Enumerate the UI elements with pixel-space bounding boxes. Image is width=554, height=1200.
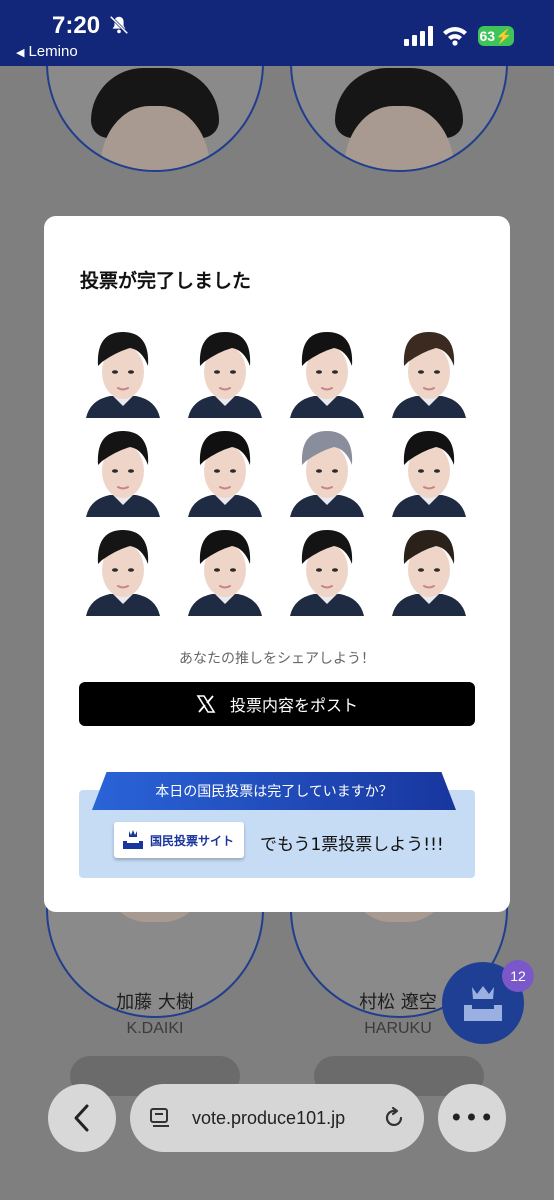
wifi-icon — [443, 27, 467, 46]
address-bar[interactable]: vote.produce101.jp — [130, 1084, 424, 1152]
url-text: vote.produce101.jp — [192, 1107, 346, 1128]
clock: 7:20 — [52, 12, 101, 39]
vote-again-text: でもう1票投票しよう!!! — [260, 835, 444, 855]
charging-bolt-icon: ⚡ — [495, 28, 513, 44]
bell-muted-icon — [109, 15, 129, 35]
reload-icon[interactable] — [382, 1106, 406, 1130]
candidate-name: 加藤 大樹 — [116, 992, 194, 1013]
member-photo — [386, 421, 472, 517]
status-bar: 7:20 ◀ Lemino 63⚡ — [0, 0, 554, 66]
back-to-app-link[interactable]: ◀ Lemino — [16, 43, 78, 60]
cellular-signal-icon — [404, 26, 433, 46]
dialog-title: 投票が完了しました — [80, 270, 252, 292]
ellipsis-icon: ••• — [449, 1104, 495, 1132]
ballot-box-icon — [123, 830, 143, 849]
site-chip-label: 国民投票サイト — [150, 833, 235, 848]
x-logo-icon — [196, 695, 216, 713]
member-photo — [284, 520, 370, 616]
notification-count-badge: 12 — [502, 960, 534, 992]
member-photo — [80, 421, 166, 517]
page-menu-icon[interactable] — [148, 1106, 172, 1130]
back-triangle-icon: ◀ — [16, 47, 25, 59]
national-vote-site-link[interactable]: 国民投票サイト — [114, 822, 244, 858]
member-photo — [182, 421, 268, 517]
back-app-label: Lemino — [28, 43, 78, 60]
member-photo — [80, 322, 166, 418]
share-hint: あなたの推しをシェアしよう！ — [179, 651, 375, 667]
member-photo — [80, 520, 166, 616]
battery-indicator: 63⚡ — [478, 26, 514, 46]
crown-ballot-icon — [464, 986, 502, 1021]
candidate-romaji: K.DAIKI — [126, 1020, 184, 1037]
chevron-left-icon — [74, 1104, 89, 1132]
battery-level: 63 — [479, 28, 496, 44]
more-options-button[interactable]: ••• — [438, 1084, 506, 1152]
member-photo — [182, 520, 268, 616]
member-photo — [182, 322, 268, 418]
member-photo — [386, 322, 472, 418]
vote-complete-dialog: 投票が完了しました あなたの推しをシェアしよう！ 投票内容をポスト 本日の国民投… — [44, 216, 510, 912]
browser-back-button[interactable] — [48, 1084, 116, 1152]
member-photo — [284, 421, 370, 517]
national-vote-banner: 本日の国民投票は完了していますか？ — [92, 772, 456, 810]
member-photo — [284, 322, 370, 418]
post-to-x-button[interactable]: 投票内容をポスト — [79, 682, 475, 726]
member-photo — [386, 520, 472, 616]
post-button-label: 投票内容をポスト — [229, 696, 358, 715]
